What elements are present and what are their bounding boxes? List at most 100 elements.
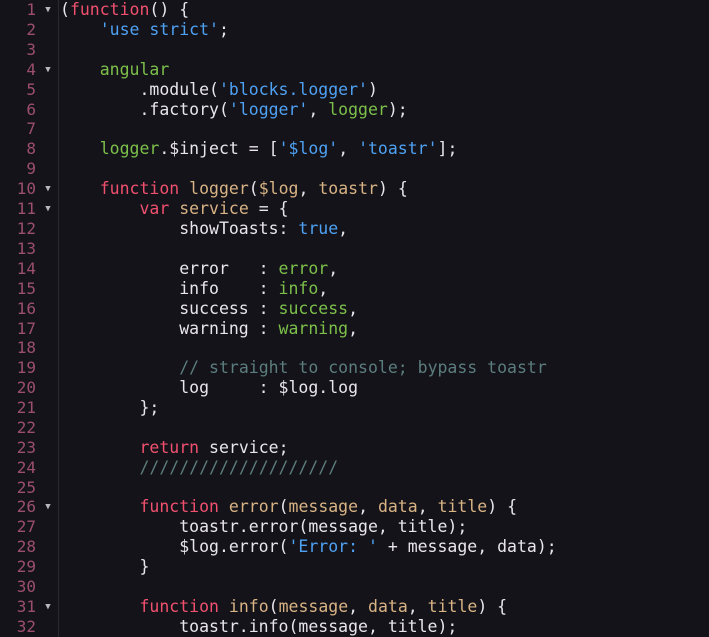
code-line[interactable]: 12▼ showToasts: true, [0,218,709,239]
code-text[interactable]: .factory('logger', logger); [59,100,709,120]
line-number: 9 [26,159,36,179]
code-text[interactable] [59,478,709,498]
code-token-plain: success : [60,298,279,318]
code-text[interactable] [59,159,709,179]
code-token-str: 'use strict' [99,20,219,39]
line-gutter: 13▼ [0,239,59,259]
code-line[interactable]: 3▼ [0,40,709,60]
code-line[interactable]: 27▼ toastr.error(message, title); [0,517,709,538]
fold-arrow-icon[interactable]: ▼ [41,179,55,199]
code-text[interactable]: // straight to console; bypass toastr [59,358,709,378]
code-line[interactable]: 20▼ log : $log.log [0,378,709,399]
code-text[interactable]: var service = { [59,199,709,219]
code-text[interactable]: 'use strict'; [59,20,709,40]
code-line[interactable]: 17▼ warning : warning, [0,318,709,339]
code-text[interactable]: showToasts: true, [59,219,709,239]
line-gutter: 4 ▼ [0,59,59,80]
code-line[interactable]: 30▼ [0,577,709,597]
code-text[interactable]: .module('blocks.logger') [59,80,709,100]
line-gutter: 16▼ [0,298,59,319]
code-line[interactable]: 16▼ success : success, [0,298,709,319]
code-text[interactable] [59,418,709,438]
code-text[interactable] [59,577,709,597]
code-text[interactable]: error : error, [59,259,709,279]
fold-arrow-icon[interactable]: ▼ [41,497,55,517]
fold-arrow-icon[interactable]: ▼ [41,60,55,80]
code-text[interactable]: toastr.info(message, title); [59,617,709,637]
code-line[interactable]: 8▼ logger.$inject = ['$log', 'toastr']; [0,139,709,160]
code-line[interactable]: 5▼ .module('blocks.logger') [0,79,709,100]
editor-lines-container[interactable]: 1▼(function() {2▼ 'use strict';3▼4▼ angu… [0,0,709,637]
code-text[interactable] [59,40,709,60]
code-text[interactable]: function error(message, data, title) { [59,497,709,517]
code-line[interactable]: 1 ▼ (function() { [0,0,709,20]
code-text[interactable] [59,239,709,259]
code-token-param: title [437,497,488,517]
code-line[interactable]: 4 ▼ angular [0,59,709,80]
code-text[interactable]: $log.error('Error: ' + message, data); [59,537,709,557]
line-gutter: 15▼ [0,278,59,299]
code-text[interactable] [59,339,709,359]
code-token-param: $log [258,178,299,198]
code-line[interactable]: 18▼ [0,338,709,359]
code-line[interactable]: 13▼ [0,239,709,259]
code-line[interactable]: 22▼ [0,418,709,438]
code-line[interactable]: 2▼ 'use strict'; [0,20,709,40]
code-line[interactable]: 15▼ info : info, [0,278,709,299]
code-line[interactable]: 31 ▼ function info(message, data, title) … [0,597,709,617]
code-token-plain: info : [60,278,279,298]
code-text[interactable]: function info(message, data, title) { [59,597,709,617]
code-line[interactable]: 6▼ .factory('logger', logger); [0,99,709,120]
code-line[interactable]: 32▼ toastr.info(message, title); [0,617,709,637]
code-token-kw: function [99,178,180,198]
code-text[interactable]: //////////////////// [59,458,709,478]
code-line[interactable]: 11 ▼ var service = { [0,198,709,219]
code-line[interactable]: 26 ▼ function error(message, data, title)… [0,497,709,518]
code-line[interactable]: 9▼ [0,159,709,179]
code-text[interactable]: info : info, [59,279,709,299]
code-token-punc: ); [387,99,408,119]
code-line[interactable]: 10 ▼ function logger($log, toastr) { [0,178,709,199]
line-number: 7 [26,119,36,139]
code-token-param: error [228,497,279,517]
code-text[interactable]: }; [59,398,709,418]
line-number: 17 [16,318,36,338]
line-number: 15 [16,278,36,298]
code-line[interactable]: 19▼ // straight to console; bypass toast… [0,358,709,379]
fold-arrow-icon[interactable]: ▼ [41,0,55,20]
code-token-punc: , [328,258,339,278]
code-text[interactable]: toastr.error(message, title); [59,517,709,537]
code-token-plain: $log.error( [60,537,289,557]
code-text[interactable] [59,120,709,140]
code-line[interactable]: 14▼ error : error, [0,258,709,279]
code-line[interactable]: 29▼ } [0,557,709,578]
line-number: 18 [16,338,36,358]
code-editor[interactable]: 1▼(function() {2▼ 'use strict';3▼4▼ angu… [0,0,709,637]
fold-arrow-icon[interactable]: ▼ [41,199,55,219]
line-number: 8 [26,139,36,159]
line-number: 29 [16,557,36,577]
code-line[interactable]: 21▼ }; [0,398,709,419]
code-line[interactable]: 25▼ [0,478,709,498]
code-text[interactable]: function logger($log, toastr) { [59,179,709,199]
code-token-kw: function [139,597,219,616]
line-gutter: 20▼ [0,378,59,399]
code-text[interactable]: } [59,557,709,577]
code-text[interactable]: angular [59,60,709,80]
code-line[interactable]: 24▼ //////////////////// [0,457,709,478]
code-text[interactable]: logger.$inject = ['$log', 'toastr']; [59,139,709,159]
line-gutter: 5▼ [0,79,59,100]
code-text[interactable]: return service; [59,438,709,458]
code-text[interactable]: log : $log.log [59,378,709,398]
code-line[interactable]: 7▼ [0,119,709,140]
code-token-plain: .factory( [60,99,229,119]
line-gutter: 31 ▼ [0,597,59,617]
fold-arrow-icon[interactable]: ▼ [41,597,55,617]
code-line[interactable]: 23▼ return service; [0,437,709,458]
code-line[interactable]: 28▼ $log.error('Error: ' + message, data… [0,537,709,558]
code-token-kw: function [69,0,150,19]
code-text[interactable]: (function() { [59,0,709,20]
code-text[interactable]: warning : warning, [59,319,709,339]
code-text[interactable]: success : success, [59,299,709,319]
